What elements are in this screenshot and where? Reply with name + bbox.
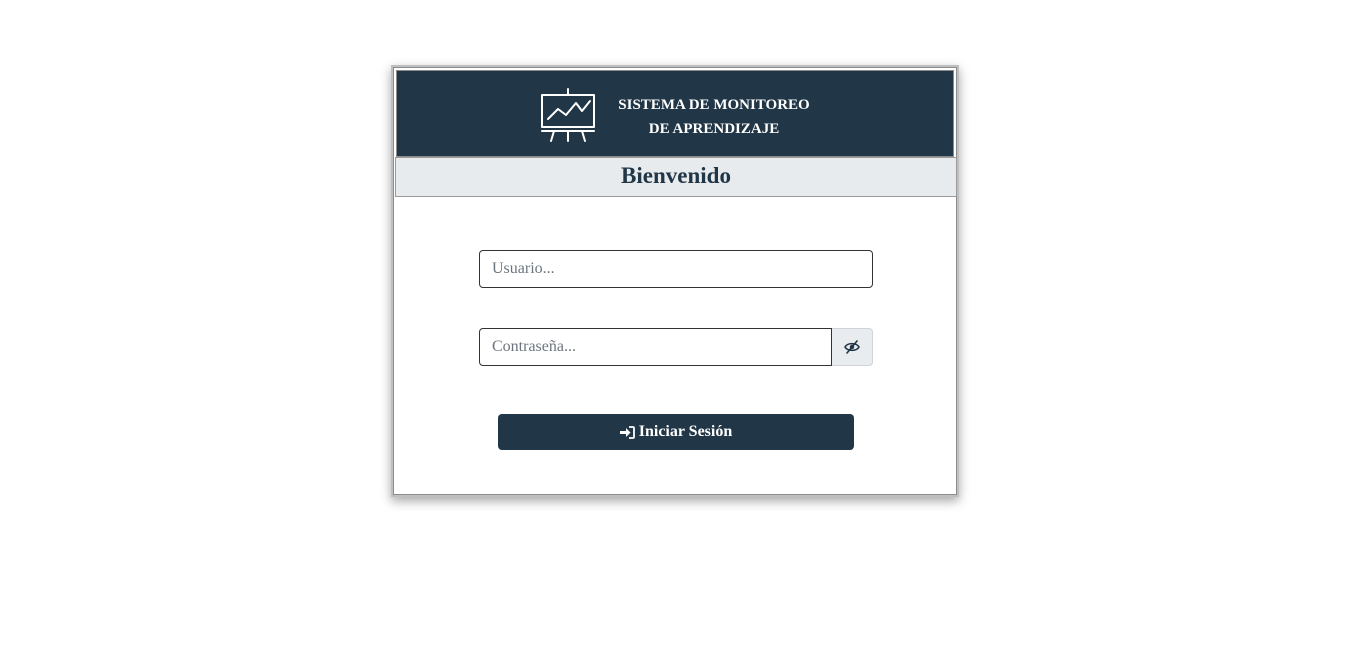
presentation-chart-icon [541,88,595,142]
welcome-heading: Bienvenido [395,157,957,197]
app-title-line2: DE APRENDIZAJE [648,121,780,137]
app-title: SISTEMA DE MONITOREO DE APRENDIZAJE [609,93,819,141]
app-title-line1: SISTEMA DE MONITOREO [618,97,810,113]
login-button[interactable]: Iniciar Sesión [498,414,854,450]
sign-in-icon [619,425,635,439]
login-card: SISTEMA DE MONITOREO DE APRENDIZAJE Bien… [391,65,959,497]
header-banner: SISTEMA DE MONITOREO DE APRENDIZAJE [396,70,954,157]
toggle-password-visibility-button[interactable] [832,328,873,366]
login-button-label: Iniciar Sesión [638,423,733,440]
eye-slash-icon [844,340,860,354]
username-input[interactable] [479,250,873,288]
password-input[interactable] [479,328,832,366]
